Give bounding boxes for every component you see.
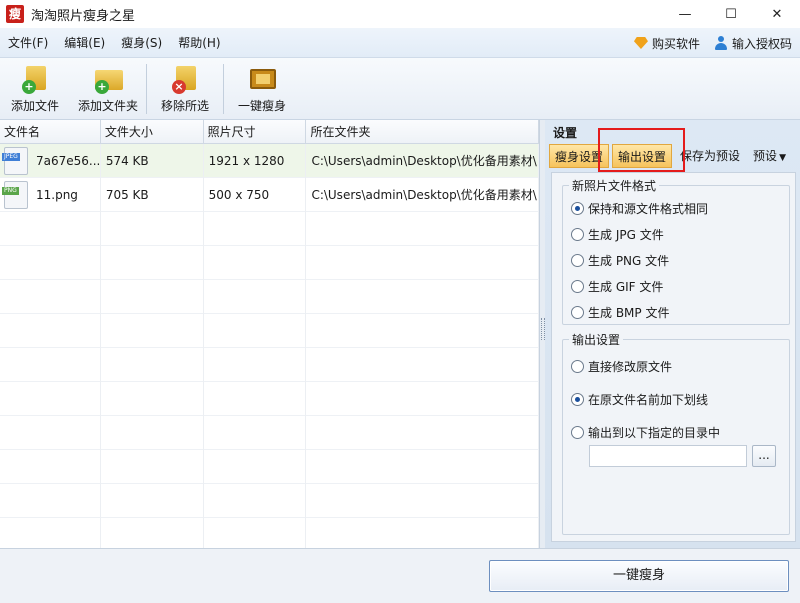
menu-bar: 文件(F) 编辑(E) 瘦身(S) 帮助(H) 购买软件 输入授权码 xyxy=(0,28,800,58)
menu-slim[interactable]: 瘦身(S) xyxy=(113,34,170,51)
file-size: 574 KB xyxy=(101,144,204,178)
add-file-icon: + xyxy=(20,64,50,94)
empty-row xyxy=(0,246,539,280)
empty-row xyxy=(0,484,539,518)
file-size: 705 KB xyxy=(101,178,204,212)
file-folder: C:\Users\admin\Desktop\优化备用素材\ xyxy=(306,178,539,212)
add-file-button[interactable]: + 添加文件 xyxy=(0,58,70,120)
buy-label: 购买软件 xyxy=(651,36,700,51)
format-option-png[interactable]: 生成 PNG 文件 xyxy=(571,252,669,269)
license-link[interactable]: 输入授权码 xyxy=(714,35,792,52)
diamond-icon xyxy=(633,37,648,49)
maximize-button[interactable]: ☐ xyxy=(708,0,754,28)
add-folder-button[interactable]: + 添加文件夹 xyxy=(70,58,146,120)
remove-selected-button[interactable]: × 移除所选 xyxy=(147,58,223,120)
table-row[interactable]: JPEG 7a67e56... 574 KB 1921 x 1280 C:\Us… xyxy=(0,144,539,178)
browse-button[interactable]: ... xyxy=(752,445,776,467)
jpeg-file-icon: JPEG xyxy=(2,147,28,175)
title-bar: 瘦 淘淘照片瘦身之星 — ☐ ✕ xyxy=(0,0,800,28)
preset-label: 预设 xyxy=(753,149,778,163)
format-option-jpg[interactable]: 生成 JPG 文件 xyxy=(571,226,664,243)
file-folder: C:\Users\admin\Desktop\优化备用素材\ xyxy=(306,144,539,178)
film-icon xyxy=(247,64,277,94)
table-row[interactable]: PNG 11.png 705 KB 500 x 750 C:\Users\adm… xyxy=(0,178,539,212)
file-list: 文件名 文件大小 照片尺寸 所在文件夹 JPEG 7a67e56... 574 … xyxy=(0,120,540,548)
empty-row xyxy=(0,348,539,382)
minimize-button[interactable]: — xyxy=(662,0,708,28)
tab-output-settings[interactable]: 输出设置 xyxy=(612,144,673,168)
format-option-keep[interactable]: 保持和源文件格式相同 xyxy=(571,200,708,217)
output-directory-field[interactable] xyxy=(589,445,747,467)
file-name: 7a67e56... xyxy=(36,154,101,168)
output-option-directory[interactable]: 输出到以下指定的目录中 xyxy=(571,424,720,441)
radio-icon xyxy=(571,306,584,319)
settings-panel: 设置 瘦身设置 输出设置 保存为预设 预设 ▼ 新照片文件格式 保持和源文件格式相… xyxy=(545,120,800,548)
empty-row xyxy=(0,450,539,484)
column-filesize[interactable]: 文件大小 xyxy=(101,120,204,144)
empty-row xyxy=(0,280,539,314)
format-option-bmp[interactable]: 生成 BMP 文件 xyxy=(571,304,669,321)
format-group-title: 新照片文件格式 xyxy=(569,177,660,194)
radio-icon xyxy=(571,280,584,293)
output-option-underscore[interactable]: 在原文件名前加下划线 xyxy=(571,391,708,408)
buy-link[interactable]: 购买软件 xyxy=(633,35,700,52)
column-dimensions[interactable]: 照片尺寸 xyxy=(204,120,307,144)
radio-icon xyxy=(571,393,584,406)
radio-icon xyxy=(571,202,584,215)
toolbar: + 添加文件 + 添加文件夹 × 移除所选 一键瘦身 xyxy=(0,58,800,120)
bottom-bar: 一键瘦身 xyxy=(0,548,800,603)
settings-tabs: 瘦身设置 输出设置 保存为预设 预设 ▼ xyxy=(549,144,791,168)
close-button[interactable]: ✕ xyxy=(754,0,800,28)
output-group-title: 输出设置 xyxy=(569,331,624,348)
add-folder-icon: + xyxy=(93,64,123,94)
file-dimensions: 1921 x 1280 xyxy=(204,144,307,178)
remove-selected-label: 移除所选 xyxy=(160,99,209,113)
app-logo-icon: 瘦 xyxy=(6,5,24,23)
one-click-slim-label: 一键瘦身 xyxy=(237,99,286,113)
window-controls: — ☐ ✕ xyxy=(662,0,800,28)
format-group: 新照片文件格式 保持和源文件格式相同 生成 JPG 文件 生成 PNG 文件 生… xyxy=(562,177,790,325)
add-file-label: 添加文件 xyxy=(10,99,59,113)
output-option-overwrite[interactable]: 直接修改原文件 xyxy=(571,358,672,375)
radio-icon xyxy=(571,426,584,439)
settings-content: 新照片文件格式 保持和源文件格式相同 生成 JPG 文件 生成 PNG 文件 生… xyxy=(551,172,796,542)
radio-icon xyxy=(571,360,584,373)
format-option-gif[interactable]: 生成 GIF 文件 xyxy=(571,278,663,295)
column-folder[interactable]: 所在文件夹 xyxy=(306,120,539,144)
license-label: 输入授权码 xyxy=(731,36,792,51)
menubar-links: 购买软件 输入授权码 xyxy=(633,28,792,58)
empty-row xyxy=(0,314,539,348)
save-preset-button[interactable]: 保存为预设 xyxy=(675,144,745,168)
empty-row xyxy=(0,416,539,450)
settings-title: 设置 xyxy=(553,126,578,140)
empty-row xyxy=(0,212,539,246)
empty-row xyxy=(0,382,539,416)
dropdown-arrow-icon: ▼ xyxy=(779,153,786,163)
add-folder-label: 添加文件夹 xyxy=(77,99,138,113)
one-click-slim-button[interactable]: 一键瘦身 xyxy=(489,560,789,592)
user-icon xyxy=(714,36,728,50)
file-name: 11.png xyxy=(36,188,78,202)
empty-row xyxy=(0,518,539,548)
window-title: 淘淘照片瘦身之星 xyxy=(31,8,136,24)
file-dimensions: 500 x 750 xyxy=(204,178,307,212)
one-click-slim-toolbar-button[interactable]: 一键瘦身 xyxy=(224,58,300,120)
table-header: 文件名 文件大小 照片尺寸 所在文件夹 xyxy=(0,120,539,144)
png-file-icon: PNG xyxy=(2,181,28,209)
preset-dropdown[interactable]: 预设 ▼ xyxy=(748,144,791,168)
menu-help[interactable]: 帮助(H) xyxy=(170,34,228,51)
column-filename[interactable]: 文件名 xyxy=(0,120,101,144)
tab-slim-settings[interactable]: 瘦身设置 xyxy=(549,144,610,168)
menu-file[interactable]: 文件(F) xyxy=(0,34,56,51)
table-body: JPEG 7a67e56... 574 KB 1921 x 1280 C:\Us… xyxy=(0,144,539,548)
output-group: 输出设置 直接修改原文件 在原文件名前加下划线 输出到以下指定的目录中 xyxy=(562,331,790,535)
radio-icon xyxy=(571,254,584,267)
radio-icon xyxy=(571,228,584,241)
remove-icon: × xyxy=(170,64,200,94)
menu-edit[interactable]: 编辑(E) xyxy=(56,34,113,51)
